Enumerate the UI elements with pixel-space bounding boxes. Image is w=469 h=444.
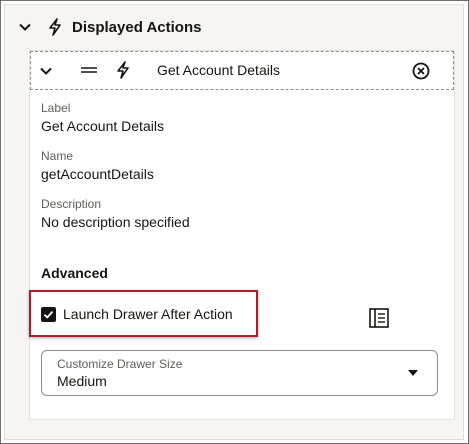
drag-handle-icon[interactable] <box>81 62 97 78</box>
drawer-size-select[interactable]: Customize Drawer Size Medium <box>41 350 438 396</box>
lightning-icon <box>44 16 66 38</box>
drawer-size-label: Customize Drawer Size <box>57 357 183 371</box>
advanced-heading: Advanced <box>41 265 108 281</box>
description-field-value: No description specified <box>41 214 190 230</box>
label-field-label: Label <box>41 101 71 115</box>
section-title: Displayed Actions <box>72 18 202 36</box>
name-field-value: getAccountDetails <box>41 166 154 182</box>
drawer-icon[interactable] <box>368 307 390 329</box>
section-header-displayed-actions[interactable]: Displayed Actions <box>14 14 201 40</box>
chevron-down-icon[interactable] <box>14 16 36 38</box>
lightning-icon <box>112 59 134 81</box>
launch-drawer-checkbox[interactable] <box>41 307 56 322</box>
label-field-value: Get Account Details <box>41 118 164 134</box>
drawer-size-value: Medium <box>57 373 107 389</box>
close-circle-icon[interactable] <box>410 60 432 82</box>
action-title: Get Account Details <box>157 62 280 78</box>
launch-drawer-label[interactable]: Launch Drawer After Action <box>63 306 233 322</box>
caret-down-icon[interactable] <box>408 370 418 376</box>
name-field-label: Name <box>41 149 74 163</box>
action-card-header[interactable]: Get Account Details <box>30 51 454 90</box>
chevron-down-icon[interactable] <box>35 60 57 82</box>
description-field-label: Description <box>41 197 102 211</box>
checkmark-icon <box>43 310 54 319</box>
